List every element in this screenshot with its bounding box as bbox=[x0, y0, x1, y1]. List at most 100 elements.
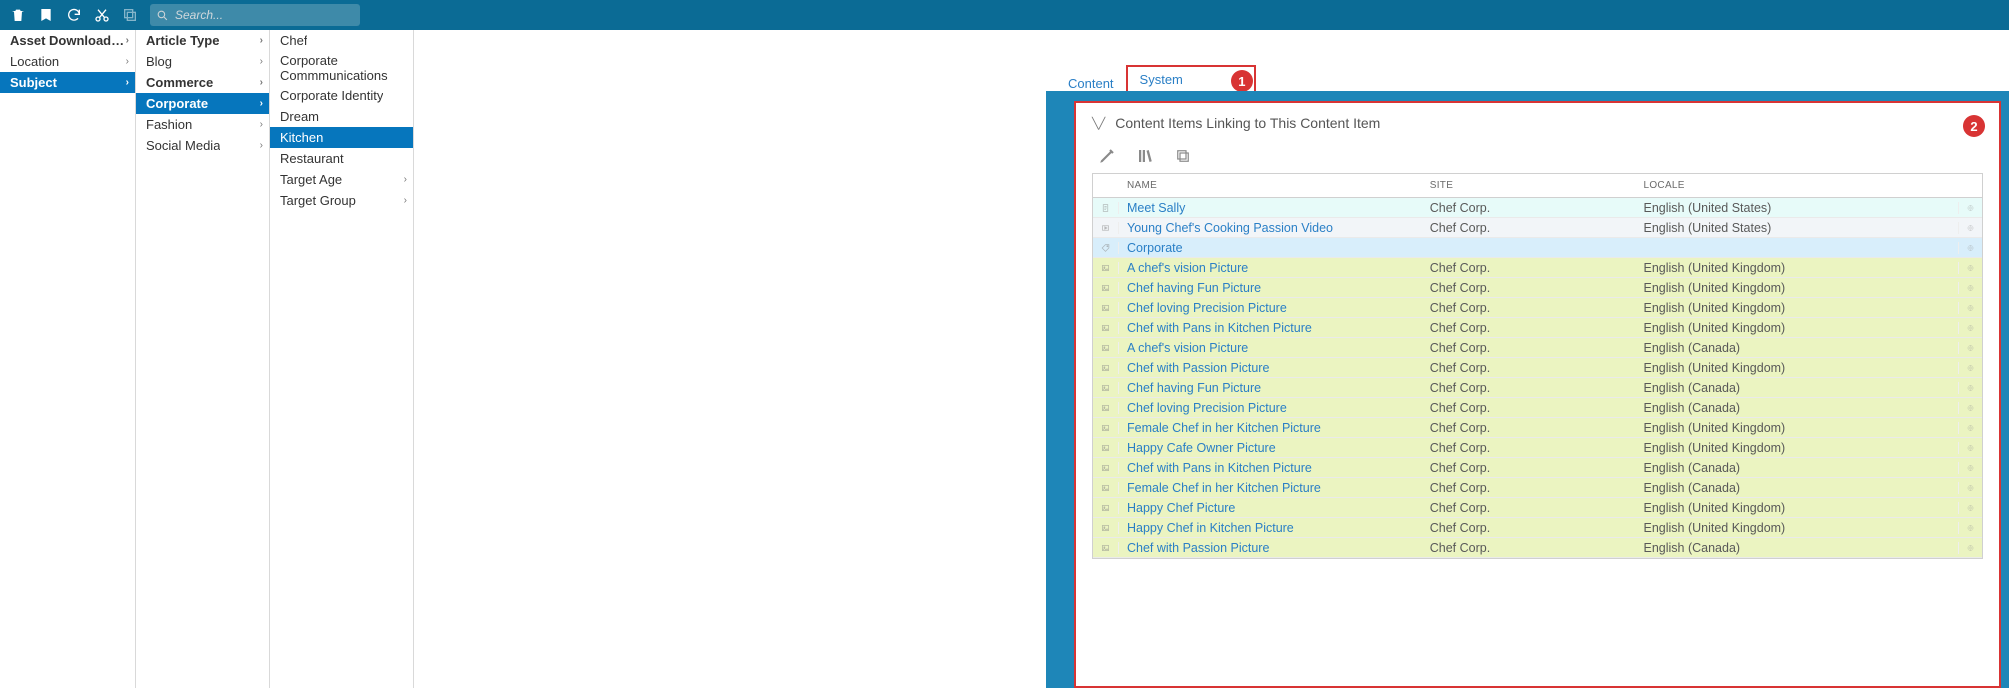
category-item[interactable]: Chef bbox=[270, 30, 413, 51]
row-type-icon bbox=[1093, 542, 1119, 554]
row-link[interactable]: Chef with Passion Picture bbox=[1127, 541, 1269, 555]
globe-icon[interactable] bbox=[1958, 342, 1982, 354]
row-link[interactable]: Chef having Fun Picture bbox=[1127, 281, 1261, 295]
edit-icon[interactable] bbox=[1096, 145, 1118, 167]
table-row[interactable]: Happy Cafe Owner PictureChef Corp.Englis… bbox=[1093, 438, 1982, 458]
system-panel: 2 ╲╱ Content Items Linking to This Conte… bbox=[1046, 91, 2009, 688]
chevron-right-icon: › bbox=[260, 140, 263, 151]
category-item[interactable]: Fashion› bbox=[136, 114, 269, 135]
globe-icon[interactable] bbox=[1958, 262, 1982, 274]
chevron-down-icon[interactable]: ╲╱ bbox=[1092, 117, 1105, 130]
refresh-icon[interactable] bbox=[60, 0, 88, 30]
row-type-icon bbox=[1093, 482, 1119, 494]
globe-icon[interactable] bbox=[1958, 542, 1982, 554]
category-item[interactable]: Target Group› bbox=[270, 190, 413, 211]
row-link[interactable]: Chef loving Precision Picture bbox=[1127, 401, 1287, 415]
row-link[interactable]: Chef with Pans in Kitchen Picture bbox=[1127, 461, 1312, 475]
category-item[interactable]: Restaurant bbox=[270, 148, 413, 169]
table-row[interactable]: Happy Chef PictureChef Corp.English (Uni… bbox=[1093, 498, 1982, 518]
table-row[interactable]: Meet SallyChef Corp.English (United Stat… bbox=[1093, 198, 1982, 218]
globe-icon[interactable] bbox=[1958, 202, 1982, 214]
category-item[interactable]: Corporate› bbox=[136, 93, 269, 114]
category-item[interactable]: Corporate Identity bbox=[270, 85, 413, 106]
table-row[interactable]: Happy Chef in Kitchen PictureChef Corp.E… bbox=[1093, 518, 1982, 538]
row-link[interactable]: Young Chef's Cooking Passion Video bbox=[1127, 221, 1333, 235]
row-link[interactable]: Chef having Fun Picture bbox=[1127, 381, 1261, 395]
row-type-icon bbox=[1093, 222, 1119, 234]
trash-icon[interactable] bbox=[4, 0, 32, 30]
globe-icon[interactable] bbox=[1958, 242, 1982, 254]
globe-icon[interactable] bbox=[1958, 422, 1982, 434]
category-item[interactable]: Kitchen bbox=[270, 127, 413, 148]
globe-icon[interactable] bbox=[1958, 502, 1982, 514]
globe-icon[interactable] bbox=[1958, 222, 1982, 234]
globe-icon[interactable] bbox=[1958, 382, 1982, 394]
table-row[interactable]: Young Chef's Cooking Passion VideoChef C… bbox=[1093, 218, 1982, 238]
row-locale: English (Canada) bbox=[1635, 461, 1958, 475]
table-row[interactable]: Chef with Pans in Kitchen PictureChef Co… bbox=[1093, 458, 1982, 478]
th-site[interactable]: SITE bbox=[1422, 180, 1636, 191]
table-row[interactable]: A chef's vision PictureChef Corp.English… bbox=[1093, 258, 1982, 278]
row-link[interactable]: Happy Chef in Kitchen Picture bbox=[1127, 521, 1294, 535]
table-row[interactable]: Female Chef in her Kitchen PictureChef C… bbox=[1093, 478, 1982, 498]
copy-item-icon[interactable] bbox=[1172, 145, 1194, 167]
copy-icon[interactable] bbox=[116, 0, 144, 30]
category-item[interactable]: Social Media› bbox=[136, 135, 269, 156]
row-link[interactable]: Female Chef in her Kitchen Picture bbox=[1127, 421, 1321, 435]
th-name[interactable]: NAME bbox=[1119, 180, 1422, 191]
row-type-icon bbox=[1093, 362, 1119, 374]
table-row[interactable]: Female Chef in her Kitchen PictureChef C… bbox=[1093, 418, 1982, 438]
table-row[interactable]: A chef's vision PictureChef Corp.English… bbox=[1093, 338, 1982, 358]
globe-icon[interactable] bbox=[1958, 362, 1982, 374]
section-toolbar bbox=[1096, 145, 1983, 167]
row-link[interactable]: Female Chef in her Kitchen Picture bbox=[1127, 481, 1321, 495]
row-link[interactable]: Happy Chef Picture bbox=[1127, 501, 1235, 515]
row-link[interactable]: Corporate bbox=[1127, 241, 1183, 255]
globe-icon[interactable] bbox=[1958, 522, 1982, 534]
row-link[interactable]: Happy Cafe Owner Picture bbox=[1127, 441, 1276, 455]
row-type-icon bbox=[1093, 242, 1119, 254]
category-item[interactable]: Dream bbox=[270, 106, 413, 127]
category-item[interactable]: Asset Download Portal› bbox=[0, 30, 135, 51]
library-icon[interactable] bbox=[1134, 145, 1156, 167]
search-input[interactable] bbox=[173, 7, 354, 23]
row-link[interactable]: Chef with Passion Picture bbox=[1127, 361, 1269, 375]
row-link[interactable]: Meet Sally bbox=[1127, 201, 1185, 215]
category-item[interactable]: Article Type› bbox=[136, 30, 269, 51]
globe-icon[interactable] bbox=[1958, 282, 1982, 294]
category-item[interactable]: Location› bbox=[0, 51, 135, 72]
category-label: Fashion bbox=[146, 117, 192, 132]
table-row[interactable]: Chef having Fun PictureChef Corp.English… bbox=[1093, 278, 1982, 298]
row-link[interactable]: Chef loving Precision Picture bbox=[1127, 301, 1287, 315]
search-box[interactable] bbox=[150, 4, 360, 26]
th-locale[interactable]: LOCALE bbox=[1635, 180, 1958, 191]
globe-icon[interactable] bbox=[1958, 322, 1982, 334]
globe-icon[interactable] bbox=[1958, 402, 1982, 414]
globe-icon[interactable] bbox=[1958, 482, 1982, 494]
table-row[interactable]: Chef having Fun PictureChef Corp.English… bbox=[1093, 378, 1982, 398]
table-row[interactable]: Chef loving Precision PictureChef Corp.E… bbox=[1093, 398, 1982, 418]
row-link[interactable]: A chef's vision Picture bbox=[1127, 341, 1248, 355]
category-item[interactable]: Subject› bbox=[0, 72, 135, 93]
cut-icon[interactable] bbox=[88, 0, 116, 30]
category-item[interactable]: Target Age› bbox=[270, 169, 413, 190]
globe-icon[interactable] bbox=[1958, 442, 1982, 454]
category-item[interactable]: Blog› bbox=[136, 51, 269, 72]
table-row[interactable]: Corporate bbox=[1093, 238, 1982, 258]
bookmark-icon[interactable] bbox=[32, 0, 60, 30]
table-row[interactable]: Chef loving Precision PictureChef Corp.E… bbox=[1093, 298, 1982, 318]
table-row[interactable]: Chef with Pans in Kitchen PictureChef Co… bbox=[1093, 318, 1982, 338]
row-link[interactable]: A chef's vision Picture bbox=[1127, 261, 1248, 275]
row-name: Chef loving Precision Picture bbox=[1119, 301, 1422, 315]
category-item[interactable]: Corporate Commmunications bbox=[270, 51, 413, 85]
row-name: Chef having Fun Picture bbox=[1119, 281, 1422, 295]
globe-icon[interactable] bbox=[1958, 302, 1982, 314]
table-row[interactable]: Chef with Passion PictureChef Corp.Engli… bbox=[1093, 538, 1982, 558]
row-locale: English (United Kingdom) bbox=[1635, 261, 1958, 275]
globe-icon[interactable] bbox=[1958, 462, 1982, 474]
category-item[interactable]: Commerce› bbox=[136, 72, 269, 93]
table-row[interactable]: Chef with Passion PictureChef Corp.Engli… bbox=[1093, 358, 1982, 378]
row-name: Chef loving Precision Picture bbox=[1119, 401, 1422, 415]
row-type-icon bbox=[1093, 402, 1119, 414]
row-link[interactable]: Chef with Pans in Kitchen Picture bbox=[1127, 321, 1312, 335]
